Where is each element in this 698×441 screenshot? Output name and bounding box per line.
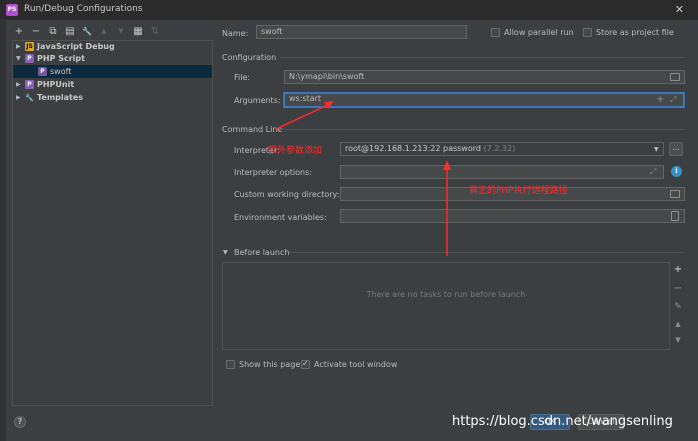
annotation-extra-params: 额外参数添加: [268, 146, 323, 156]
arrow-head: [443, 160, 451, 170]
annotation-remote-path: 真正的PHP执行远程路径: [469, 186, 568, 196]
annotation-arrows: [275, 101, 451, 256]
arrow-head: [324, 101, 334, 109]
watermark: https://blog.csdn.net/wangsenling: [452, 414, 673, 429]
arrow-to-arguments: [275, 102, 333, 130]
